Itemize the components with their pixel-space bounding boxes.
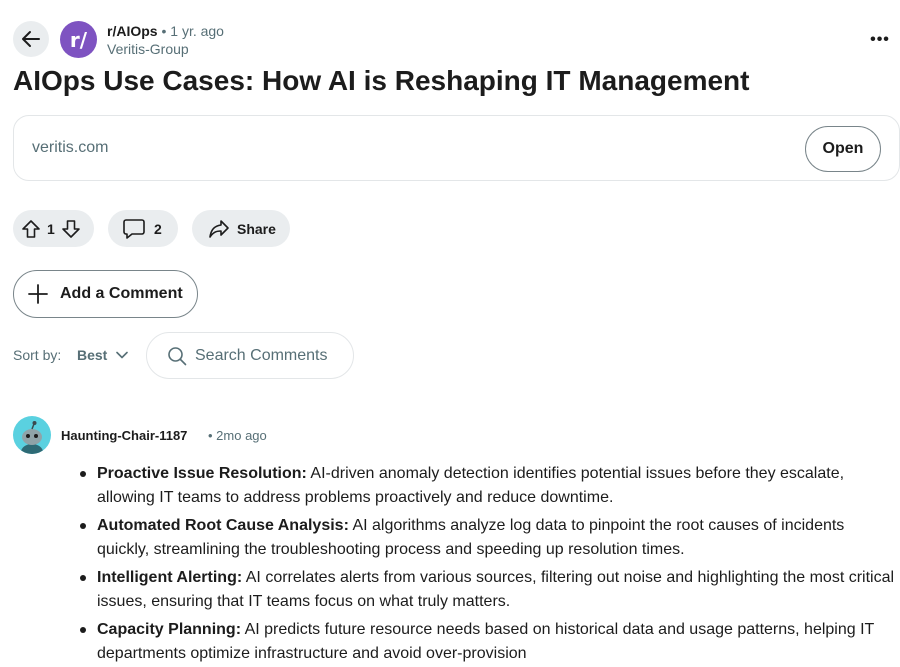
- list-item: Intelligent Alerting: AI correlates aler…: [80, 566, 897, 613]
- list-item-term: Automated Root Cause Analysis:: [97, 517, 349, 534]
- sort-label: Sort by:: [13, 347, 62, 363]
- post-author[interactable]: Veritis-Group: [107, 40, 224, 58]
- share-button[interactable]: Share: [192, 210, 290, 247]
- comment-count: 2: [154, 220, 162, 237]
- list-item-term: Intelligent Alerting:: [97, 569, 243, 586]
- more-icon: •••: [870, 31, 890, 48]
- speech-bubble-icon: [122, 218, 146, 240]
- post-age: 1 yr. ago: [170, 23, 224, 39]
- downvote-button[interactable]: [61, 219, 81, 239]
- share-label: Share: [237, 220, 276, 237]
- arrow-up-icon: [21, 219, 41, 239]
- commenter-username[interactable]: Haunting-Chair-1187: [61, 428, 187, 443]
- list-item-term: Capacity Planning:: [97, 621, 242, 638]
- meta-separator: •: [161, 23, 167, 39]
- plus-icon: [27, 283, 49, 305]
- comment-body: Proactive Issue Resolution: AI-driven an…: [80, 462, 897, 667]
- share-arrow-icon: [208, 219, 230, 239]
- sort-dropdown[interactable]: Best: [77, 347, 129, 363]
- upvote-button[interactable]: [21, 219, 41, 239]
- add-comment-button[interactable]: Add a Comment: [13, 270, 198, 318]
- more-options-button[interactable]: •••: [868, 30, 892, 50]
- search-comments-input[interactable]: [195, 346, 345, 365]
- list-item: Automated Root Cause Analysis: AI algori…: [80, 514, 897, 561]
- vote-bar: 1: [13, 210, 94, 247]
- subreddit-name[interactable]: r/AIOps: [107, 23, 158, 39]
- list-item: Proactive Issue Resolution: AI-driven an…: [80, 462, 897, 509]
- list-item-term: Proactive Issue Resolution:: [97, 465, 307, 482]
- chevron-down-icon: [116, 351, 129, 359]
- comments-button[interactable]: 2: [108, 210, 178, 247]
- subreddit-avatar[interactable]: r/: [60, 21, 97, 58]
- open-link-button[interactable]: Open: [805, 126, 881, 172]
- list-item: Capacity Planning: AI predicts future re…: [80, 618, 897, 665]
- post-meta: r/AIOps • 1 yr. ago Veritis-Group: [107, 22, 224, 58]
- search-comments-box[interactable]: [146, 332, 354, 379]
- comment-age: • 2mo ago: [208, 428, 267, 443]
- search-icon: [167, 346, 187, 366]
- add-comment-label: Add a Comment: [60, 285, 183, 302]
- link-domain: veritis.com: [32, 139, 109, 156]
- link-card[interactable]: veritis.com Open: [13, 115, 900, 181]
- commenter-avatar[interactable]: [13, 416, 51, 454]
- sort-value: Best: [77, 347, 108, 363]
- vote-count: 1: [47, 220, 55, 237]
- post-title: AIOps Use Cases: How AI is Reshaping IT …: [13, 65, 750, 96]
- arrow-down-icon: [61, 219, 81, 239]
- arrow-left-icon: [20, 28, 42, 50]
- back-button[interactable]: [13, 21, 49, 57]
